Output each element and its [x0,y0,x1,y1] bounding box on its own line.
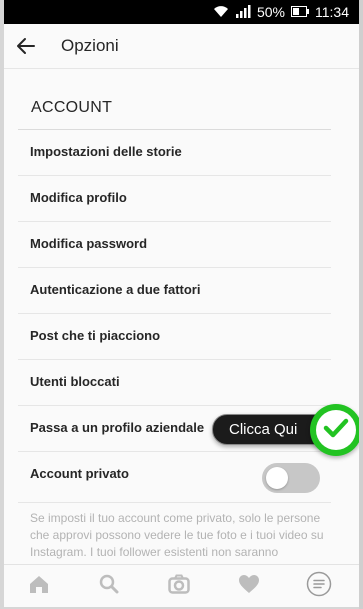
menu-item-blocked-users[interactable]: Utenti bloccati [18,360,331,406]
battery-icon [291,4,309,20]
screen-edge [359,0,363,609]
profile-menu-icon [306,571,332,602]
menu-item-label: Account privato [30,466,129,481]
menu-item-liked-posts[interactable]: Post che ti piacciono [18,314,331,360]
menu-item-label: Autenticazione a due fattori [30,282,201,297]
tab-camera[interactable] [144,565,214,607]
menu-item-label: Modifica password [30,236,148,251]
status-bar: 50% 11:34 [4,0,359,24]
tab-activity[interactable] [214,565,284,607]
app-bar: Opzioni [4,24,359,69]
search-icon [99,574,119,599]
private-account-toggle[interactable] [262,463,320,493]
checkmark-badge [310,404,359,456]
menu-item-two-factor[interactable]: Autenticazione a due fattori [18,268,331,314]
tab-profile[interactable] [284,565,354,607]
menu-item-label: Impostazioni delle storie [30,144,182,159]
tab-home[interactable] [4,565,74,607]
camera-icon [168,574,190,599]
toggle-knob [266,467,288,489]
menu-item-label: Utenti bloccati [30,374,120,389]
options-list: ACCOUNT Impostazioni delle storie Modifi… [4,69,359,564]
bottom-tab-bar [4,564,359,607]
section-title: ACCOUNT [31,99,113,116]
tab-search[interactable] [74,565,144,607]
home-icon [28,574,50,599]
menu-item-private-account: Account privato [18,452,331,497]
heart-icon [238,574,260,599]
page-title: Opzioni [61,36,119,55]
info-divider [18,502,331,503]
back-arrow-icon[interactable] [14,34,38,58]
signal-icon [235,4,251,21]
app-screen: 50% 11:34 Opzioni ACCOUNT Impostazioni d… [4,0,359,607]
private-account-info: Se imposti il tuo account come privato, … [30,511,324,564]
menu-item-label: Post che ti piacciono [30,328,161,343]
battery-percent: 50% [256,4,285,20]
clock: 11:34 [315,4,349,20]
menu-item-label: Passa a un profilo aziendale [30,420,205,435]
menu-item-label: Modifica profilo [30,190,127,205]
menu-item-change-password[interactable]: Modifica password [18,222,331,268]
wifi-icon [213,4,229,21]
checkmark-icon [323,417,349,444]
menu-item-edit-profile[interactable]: Modifica profilo [18,176,331,222]
menu-item-story-settings[interactable]: Impostazioni delle storie [18,130,331,176]
